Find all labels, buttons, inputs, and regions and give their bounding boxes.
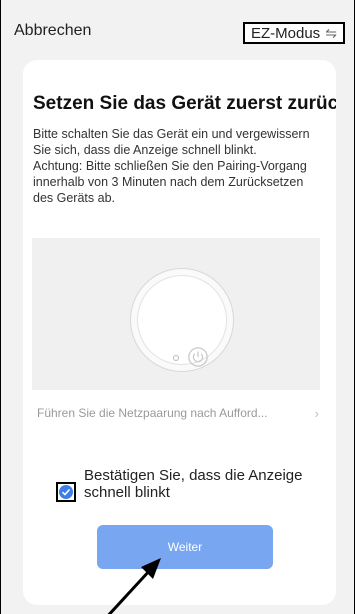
instruction-line: Bitte schalten Sie das Gerät ein und ver… [33,127,310,157]
swap-arrows-icon: ⇋ [325,24,337,41]
confirm-checkbox[interactable] [56,482,76,502]
pairing-help-link[interactable]: Führen Sie die Netzpaarung nach Aufford.… [37,406,327,421]
instructions-text: Bitte schalten Sie das Gerät ein und ver… [33,126,318,206]
annotation-arrow-icon [107,558,161,614]
reset-instructions-card: Setzen Sie das Gerät zuerst zurück Bitte… [23,60,336,605]
confirm-label: Bestätigen Sie, dass die Anzeige schnell… [84,467,303,501]
device-power-icon [130,268,234,372]
app-frame: Abbrechen EZ-Modus ⇋ Setzen Sie das Gerä… [0,0,355,614]
ez-mode-button[interactable]: EZ-Modus ⇋ [243,22,345,44]
power-button-icon [188,347,208,367]
pairing-help-label: Führen Sie die Netzpaarung nach Aufford.… [37,406,268,420]
instruction-line: Achtung: Bitte schließen Sie den Pairing… [33,159,307,205]
confirm-blinking-option[interactable]: Bestätigen Sie, dass die Anzeige schnell… [56,467,316,513]
chevron-right-icon: › [314,406,319,421]
device-face [137,275,227,365]
led-indicator-icon [173,355,179,361]
top-bar: Abbrechen EZ-Modus ⇋ [1,0,354,60]
ez-mode-label: EZ-Modus [251,24,321,42]
page-title: Setzen Sie das Gerät zuerst zurück [33,93,336,114]
checkmark-icon [59,485,73,499]
device-illustration [32,238,320,390]
cancel-button[interactable]: Abbrechen [14,22,91,40]
